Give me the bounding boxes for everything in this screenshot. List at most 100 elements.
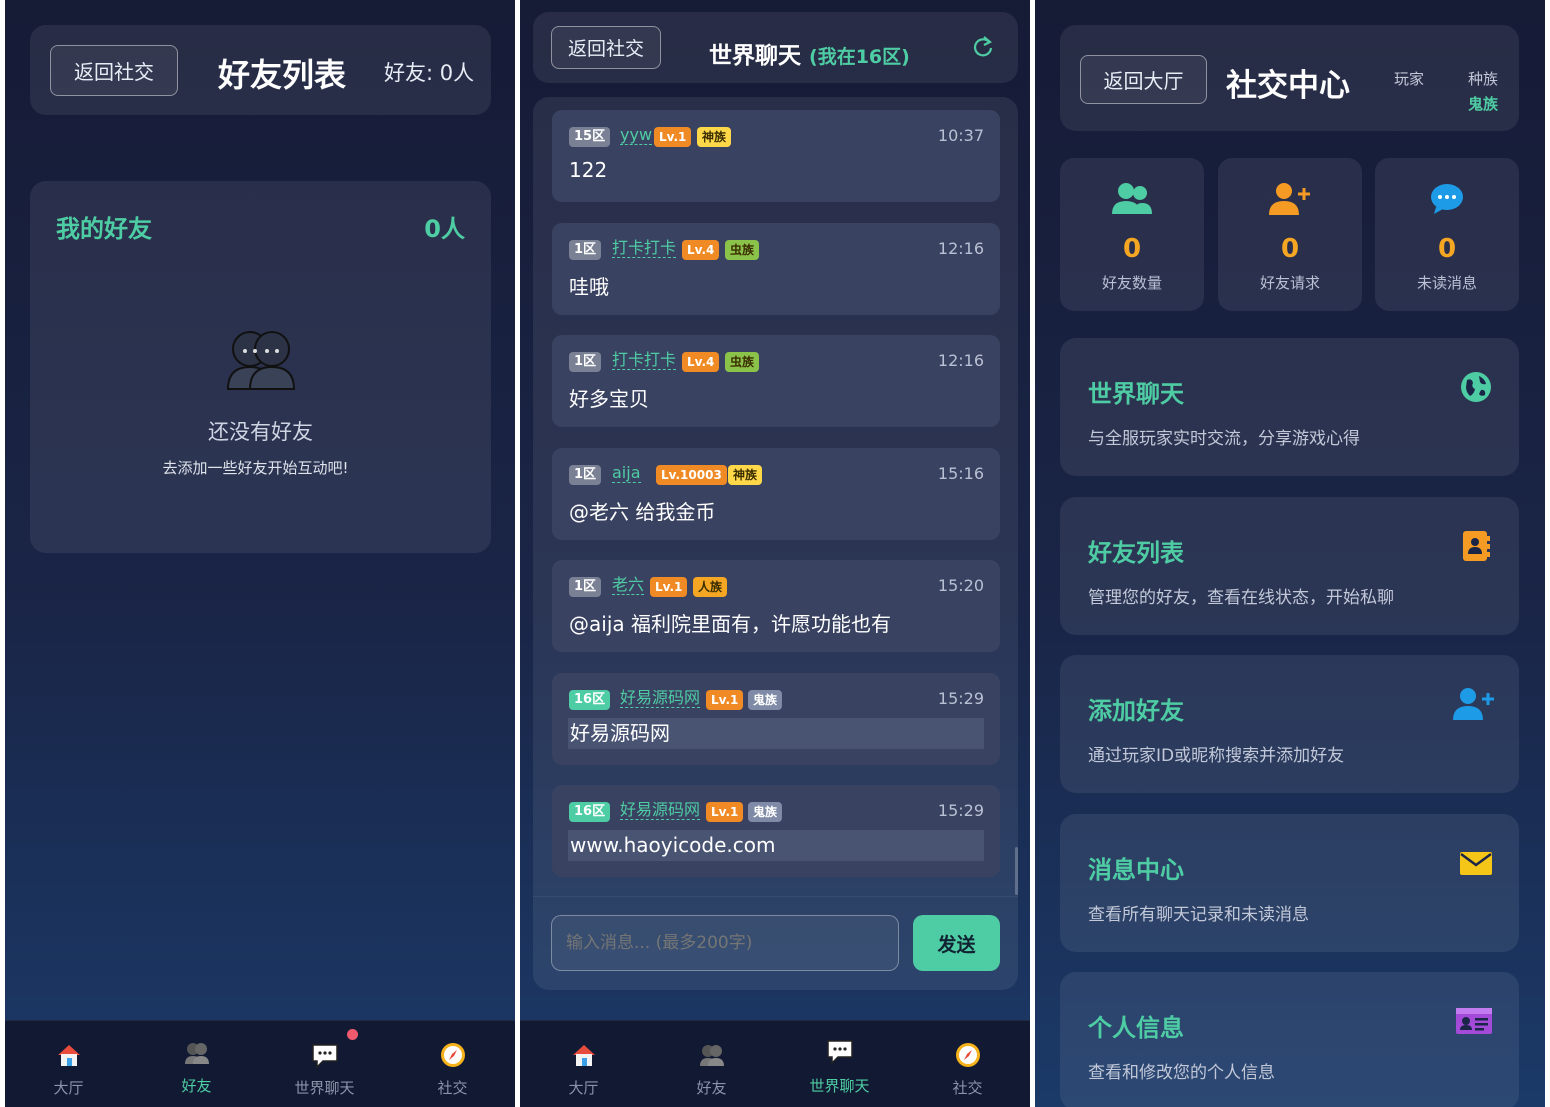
- feature-title: 消息中心: [1088, 856, 1184, 884]
- bottom-nav: 大厅 好友 世界聊天 社交: [520, 1020, 1030, 1107]
- back-to-social-button[interactable]: 返回社交: [50, 45, 178, 96]
- chat-message: 1区 aija Lv.10003 神族 15:16 @老六 给我金币: [552, 448, 1000, 540]
- message-text: www.haoyicode.com: [568, 830, 984, 861]
- sender-name[interactable]: 好易源码网: [620, 688, 701, 708]
- zone-badge: 16区: [569, 802, 611, 822]
- sender-name[interactable]: 打卡打卡: [612, 350, 677, 370]
- sender-name[interactable]: yyw: [620, 125, 653, 145]
- message-time: 12:16: [937, 351, 984, 370]
- race-badge: 虫族: [725, 240, 760, 260]
- message-text: @老六 给我金币: [569, 500, 716, 524]
- stat-value: 0: [1280, 234, 1300, 264]
- nav-item-social[interactable]: 社交: [389, 1021, 515, 1107]
- message-time: 15:29: [937, 801, 984, 820]
- message-time: 15:16: [937, 464, 984, 483]
- nav-item-hall[interactable]: 大厅: [5, 1021, 132, 1107]
- race-badge: 鬼族: [748, 690, 783, 710]
- bottom-nav: 大厅 好友 世界聊天 社交: [5, 1020, 515, 1107]
- feature-title: 世界聊天: [1088, 380, 1184, 408]
- level-badge: Lv.1: [650, 577, 688, 597]
- nav-item-friends[interactable]: 好友: [133, 1021, 260, 1107]
- feature-profile[interactable]: 个人信息 查看和修改您的个人信息: [1060, 972, 1519, 1107]
- zone-badge: 15区: [569, 127, 611, 147]
- section-count: 0人: [424, 215, 465, 243]
- chat-header: 返回社交 世界聊天 (我在16区): [533, 12, 1018, 83]
- nav-label: 社交: [952, 1079, 983, 1097]
- nav-item-world-chat[interactable]: 世界聊天: [776, 1021, 903, 1107]
- message-text: 哇哦: [569, 275, 609, 299]
- stat-unread-messages[interactable]: 0 未读消息: [1375, 158, 1519, 311]
- friends-icon: [699, 1045, 724, 1066]
- chat-icon: [826, 1040, 853, 1065]
- level-badge: Lv.1: [706, 690, 744, 710]
- zone-badge: 1区: [569, 577, 602, 597]
- race-label: 种族: [1468, 70, 1499, 88]
- feature-message-center[interactable]: 消息中心 查看所有聊天记录和未读消息: [1060, 814, 1519, 952]
- nav-label: 世界聊天: [294, 1079, 355, 1097]
- home-icon: [57, 1045, 80, 1066]
- level-badge: Lv.4: [682, 240, 720, 260]
- sender-name[interactable]: 老六: [612, 575, 645, 595]
- feature-friends-list[interactable]: 好友列表 管理您的好友，查看在线状态，开始私聊: [1060, 497, 1519, 635]
- stat-friend-count[interactable]: 0 好友数量: [1060, 158, 1204, 311]
- home-icon: [572, 1045, 595, 1066]
- nav-label: 大厅: [568, 1079, 599, 1097]
- stat-friend-requests[interactable]: 0 好友请求: [1218, 158, 1362, 311]
- chat-bubble-icon: [1431, 184, 1463, 214]
- feature-world-chat[interactable]: 世界聊天 与全服玩家实时交流，分享游戏心得: [1060, 338, 1519, 476]
- friend-count-label: 好友: 0人: [384, 61, 475, 85]
- feature-title: 好友列表: [1088, 539, 1184, 567]
- chat-icon: [311, 1044, 338, 1069]
- page-title: 好友列表: [218, 56, 347, 94]
- world-chat-screen: 返回社交 世界聊天 (我在16区) 15区 yyw Lv.1 神族 10:37 122 1区…: [520, 0, 1030, 1107]
- notification-dot: [347, 1029, 358, 1040]
- level-badge: Lv.10003: [656, 465, 727, 485]
- nav-item-friends[interactable]: 好友: [648, 1021, 775, 1107]
- message-time: 15:29: [937, 689, 984, 708]
- nav-label: 大厅: [53, 1079, 84, 1097]
- nav-item-social[interactable]: 社交: [904, 1021, 1030, 1107]
- zone-badge: 1区: [569, 465, 602, 485]
- message-time: 15:20: [937, 576, 984, 595]
- my-friends-card: 我的好友 0人 还没有好友 去添加一些好友开始互动吧!: [30, 181, 491, 553]
- feature-desc: 与全服玩家实时交流，分享游戏心得: [1088, 429, 1360, 449]
- friends-icon: [226, 331, 296, 390]
- user-plus-icon: [1269, 183, 1310, 215]
- level-badge: Lv.1: [654, 127, 692, 147]
- message-text: 好多宝贝: [569, 387, 649, 411]
- sender-name[interactable]: 好易源码网: [620, 800, 701, 820]
- envelope-icon: [1460, 852, 1492, 875]
- id-card-icon: [1456, 1008, 1492, 1034]
- social-center-screen: 返回大厅 社交中心 玩家 种族 鬼族 0 好友数量 0 好友请求 0 未读消息 …: [1035, 0, 1545, 1107]
- stat-label: 未读消息: [1416, 274, 1477, 292]
- nav-item-world-chat[interactable]: 世界聊天: [261, 1021, 388, 1107]
- message-time: 12:16: [937, 239, 984, 258]
- chat-message: 1区 打卡打卡 Lv.4 虫族 12:16 好多宝贝: [552, 335, 1000, 427]
- sender-name[interactable]: 打卡打卡: [612, 238, 677, 258]
- feature-add-friend[interactable]: 添加好友 通过玩家ID或昵称搜索并添加好友: [1060, 655, 1519, 793]
- stat-label: 好友请求: [1259, 274, 1320, 292]
- chat-title: 世界聊天: [709, 43, 801, 69]
- refresh-icon[interactable]: [973, 36, 993, 58]
- friends-icon: [184, 1043, 209, 1064]
- message-input[interactable]: [551, 915, 899, 971]
- send-button[interactable]: 发送: [913, 915, 1000, 971]
- chat-scrollbar[interactable]: [1015, 847, 1018, 895]
- zone-badge: 16区: [569, 690, 611, 710]
- message-text: 好易源码网: [568, 718, 984, 749]
- sender-name[interactable]: aija: [612, 463, 641, 483]
- race-badge: 鬼族: [748, 802, 783, 822]
- feature-desc: 查看所有聊天记录和未读消息: [1088, 905, 1309, 925]
- nav-label: 社交: [437, 1079, 468, 1097]
- back-to-social-button[interactable]: 返回社交: [551, 26, 661, 69]
- back-to-hall-button[interactable]: 返回大厅: [1080, 55, 1207, 104]
- race-value: 鬼族: [1468, 95, 1499, 113]
- feature-desc: 通过玩家ID或昵称搜索并添加好友: [1088, 746, 1345, 766]
- nav-item-hall[interactable]: 大厅: [520, 1021, 647, 1107]
- nav-label: 世界聊天: [809, 1077, 870, 1095]
- stat-value: 0: [1437, 234, 1457, 264]
- message-text: 122: [569, 158, 608, 182]
- chat-message: 1区 老六 Lv.1 人族 15:20 @aija 福利院里面有，许愿功能也有: [552, 560, 1000, 652]
- screenshot-composite: 返回社交 好友列表 好友: 0人 我的好友 0人 还没有好友 去添加一些好友开始…: [0, 0, 1550, 1107]
- friends-header: 返回社交 好友列表 好友: 0人: [30, 25, 491, 115]
